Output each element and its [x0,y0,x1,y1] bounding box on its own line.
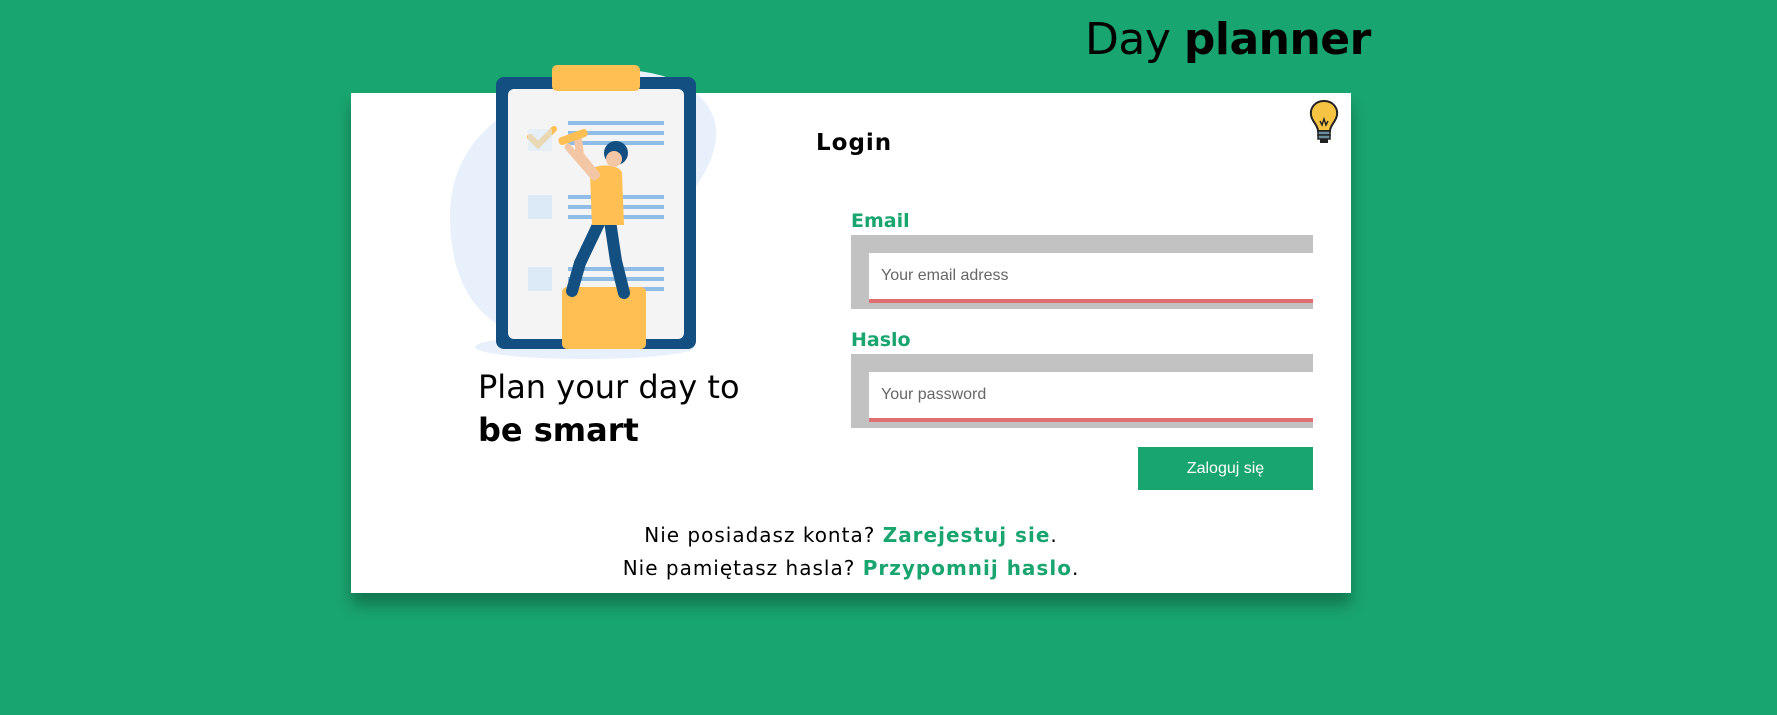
register-line: Nie posiadasz konta? Zarejestuj sie. [351,523,1351,547]
lightbulb-icon[interactable] [1308,99,1340,145]
register-link[interactable]: Zarejestuj sie [883,523,1051,547]
password-label: Haslo [851,329,911,351]
app-title: Day planner [1085,14,1371,65]
email-field-frame [851,235,1313,309]
login-button[interactable]: Zaloguj się [1138,447,1313,490]
app-title-bold: planner [1183,14,1371,65]
forgot-prompt: Nie pamiętasz hasla? [622,556,856,580]
email-label: Email [851,210,910,232]
tagline: Plan your day to be smart [478,366,740,452]
register-period: . [1050,523,1058,547]
forgot-period: . [1071,556,1080,580]
app-title-regular: Day [1085,14,1171,65]
tagline-line2: be smart [478,411,639,449]
clipboard-illustration [450,65,717,359]
login-title: Login [816,130,893,156]
forgot-password-link[interactable]: Przypomnij haslo [863,556,1072,580]
register-prompt: Nie posiadasz konta? [644,523,876,547]
password-field-frame [851,354,1313,428]
forgot-line: Nie pamiętasz hasla? Przypomnij haslo. [351,556,1351,580]
tagline-line1: Plan your day to [478,368,740,406]
password-input[interactable] [869,372,1313,422]
email-input[interactable] [869,253,1313,303]
